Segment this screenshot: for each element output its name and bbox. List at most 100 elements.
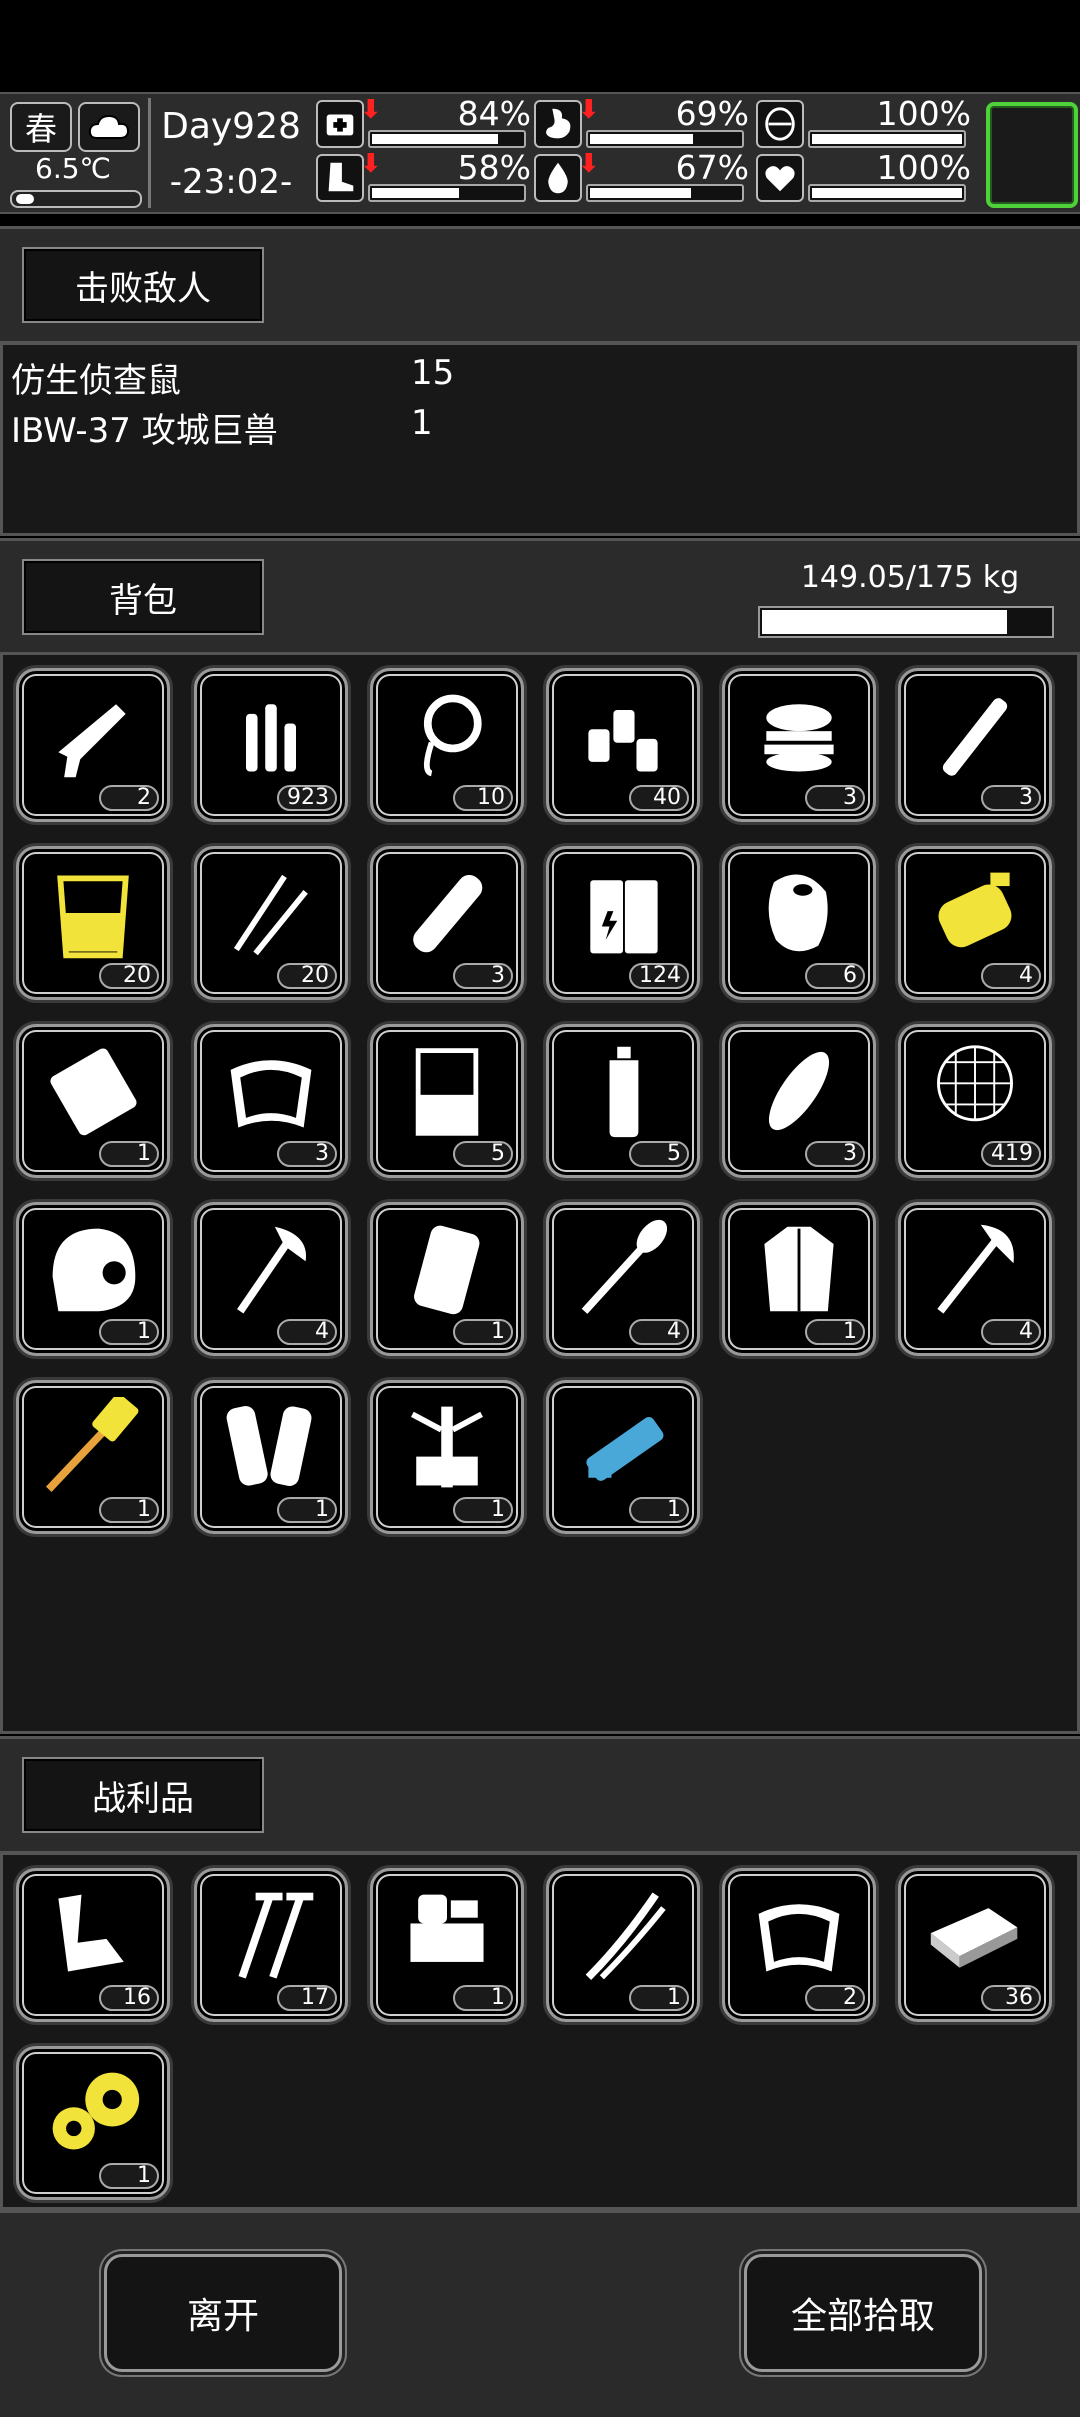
weight-text: 149.05/175 kg bbox=[800, 560, 1020, 595]
stat-bar bbox=[368, 184, 526, 202]
item-count: 10 bbox=[453, 785, 513, 811]
stat-value: 100% bbox=[876, 148, 971, 187]
backpack-item-slot[interactable]: 1 bbox=[16, 1380, 170, 1534]
backpack-item-slot[interactable]: 6 bbox=[722, 846, 876, 1000]
cloud-icon bbox=[78, 102, 140, 152]
item-count: 124 bbox=[629, 963, 689, 989]
backpack-item-slot[interactable]: 2 bbox=[16, 668, 170, 822]
game-clock: -23:02- bbox=[169, 162, 293, 202]
hatchet-icon bbox=[937, 1224, 1014, 1314]
backpack-item-slot[interactable]: 3 bbox=[898, 668, 1052, 822]
backpack-item-slot[interactable]: 10 bbox=[370, 668, 524, 822]
backpack-item-slot[interactable]: 1 bbox=[16, 1024, 170, 1178]
leave-button[interactable]: 离开 bbox=[104, 2254, 342, 2372]
loot-item-slot[interactable]: 1 bbox=[16, 2046, 170, 2200]
enemy-name: 仿生侦查鼠 bbox=[11, 361, 181, 401]
water-bottle-icon bbox=[609, 1046, 639, 1138]
backpack-armor-icon bbox=[414, 1225, 480, 1315]
backpack-item-slot[interactable]: 1 bbox=[370, 1202, 524, 1356]
item-count: 4 bbox=[981, 963, 1041, 989]
enemy-list: 仿生侦查鼠 15 IBW-37 攻城巨兽 1 bbox=[0, 342, 1080, 536]
exoskeleton-icon bbox=[411, 1406, 483, 1488]
item-count: 3 bbox=[805, 785, 865, 811]
bread-icon bbox=[768, 1051, 830, 1131]
loot-header: 战利品 bbox=[0, 1736, 1080, 1854]
item-count: 17 bbox=[277, 1985, 337, 2011]
item-count: 1 bbox=[629, 1985, 689, 2011]
backpack-item-slot[interactable]: 1 bbox=[194, 1380, 348, 1534]
backpack-item-slot[interactable]: 1 bbox=[546, 1380, 700, 1534]
enemy-name: IBW-37 攻城巨兽 bbox=[11, 411, 278, 451]
item-count: 4 bbox=[277, 1319, 337, 1345]
backpack-item-slot[interactable]: 124 bbox=[546, 846, 700, 1000]
backpack-item-slot[interactable]: 20 bbox=[194, 846, 348, 1000]
helmet-icon bbox=[52, 1228, 136, 1312]
loot-item-slot[interactable]: 17 bbox=[194, 1868, 348, 2022]
backpack-item-slot[interactable]: 1 bbox=[370, 1380, 524, 1534]
stat-bar bbox=[368, 130, 526, 148]
weight-bar bbox=[758, 606, 1054, 638]
cloth-icon bbox=[758, 1904, 840, 1972]
enemy-count: 1 bbox=[411, 403, 433, 443]
down-arrow-icon: ⬇ bbox=[578, 95, 600, 125]
backpack-item-slot[interactable]: 3 bbox=[722, 1024, 876, 1178]
defeated-title: 击败敌人 bbox=[22, 247, 264, 323]
item-count: 6 bbox=[805, 963, 865, 989]
item-count: 3 bbox=[277, 1141, 337, 1167]
water-drop-icon bbox=[534, 154, 582, 202]
item-count: 3 bbox=[453, 963, 513, 989]
backpack-item-slot[interactable]: 1 bbox=[722, 1202, 876, 1356]
item-count: 1 bbox=[99, 2163, 159, 2189]
backpack-item-slot[interactable]: 4 bbox=[194, 1202, 348, 1356]
item-count: 1 bbox=[99, 1141, 159, 1167]
backpack-item-slot[interactable]: 20 bbox=[16, 846, 170, 1000]
item-count: 16 bbox=[99, 1985, 159, 2011]
backpack-item-slot[interactable]: 4 bbox=[898, 1202, 1052, 1356]
backpack-item-slot[interactable]: 3 bbox=[722, 668, 876, 822]
item-count: 1 bbox=[805, 1319, 865, 1345]
gears-icon bbox=[52, 2072, 140, 2150]
loot-item-slot[interactable]: 1 bbox=[546, 1868, 700, 2022]
stat-value: 69% bbox=[675, 94, 749, 133]
stomach-icon bbox=[534, 100, 582, 148]
backpack-item-slot[interactable]: 3 bbox=[194, 1024, 348, 1178]
backpack-item-slot[interactable]: 5 bbox=[370, 1024, 524, 1178]
bottles-icon bbox=[588, 710, 658, 772]
golden-hammer-icon bbox=[45, 1397, 139, 1492]
tube-icon bbox=[942, 698, 1008, 776]
loot-item-slot[interactable]: 2 bbox=[722, 1868, 876, 2022]
backpack-grid: 2 923 10 40 3 3 20 20 3 124 6 4 1 3 5 5 3 419 1 4 1 4 1 4 1 1 1 1 bbox=[0, 652, 1080, 1734]
loot-item-slot[interactable]: 16 bbox=[16, 1868, 170, 2022]
stat-value: 100% bbox=[876, 94, 971, 133]
net-icon bbox=[937, 1045, 1013, 1122]
defeated-header: 击败敌人 bbox=[0, 226, 1080, 344]
status-hud: 春 6.5℃ Day928 -23:02- ⬇ 84% ⬇ 69% 100% ⬇ 58% ⬇ 6… bbox=[0, 92, 1080, 214]
raw-meat-icon bbox=[768, 874, 828, 952]
take-all-button[interactable]: 全部拾取 bbox=[744, 2254, 982, 2372]
loot-item-slot[interactable]: 36 bbox=[898, 1868, 1052, 2022]
backpack-item-slot[interactable]: 40 bbox=[546, 668, 700, 822]
item-count: 3 bbox=[805, 1141, 865, 1167]
backpack-header: 背包 bbox=[0, 538, 1080, 656]
backpack-item-slot[interactable]: 4 bbox=[546, 1202, 700, 1356]
stat-thirst: ⬇ 67% bbox=[534, 148, 749, 204]
stat-bar bbox=[586, 184, 744, 202]
backpack-item-slot[interactable]: 923 bbox=[194, 668, 348, 822]
medkit-icon bbox=[316, 100, 364, 148]
item-count: 1 bbox=[629, 1497, 689, 1523]
backpack-item-slot[interactable]: 5 bbox=[546, 1024, 700, 1178]
temperature-text: 6.5℃ bbox=[35, 152, 111, 185]
backpack-item-slot[interactable]: 419 bbox=[898, 1024, 1052, 1178]
loot-item-slot[interactable]: 1 bbox=[370, 1868, 524, 2022]
backpack-item-slot[interactable]: 4 bbox=[898, 846, 1052, 1000]
backpack-item-slot[interactable]: 1 bbox=[16, 1202, 170, 1356]
stat-bar bbox=[808, 130, 966, 148]
status-slot-button[interactable] bbox=[986, 102, 1078, 208]
item-count: 2 bbox=[99, 785, 159, 811]
screws-icon bbox=[238, 1892, 314, 1979]
backpack-title: 背包 bbox=[22, 559, 264, 635]
stat-bar bbox=[586, 130, 744, 148]
backpack-item-slot[interactable]: 3 bbox=[370, 846, 524, 1000]
caulking-gun-icon bbox=[58, 704, 126, 778]
item-count: 20 bbox=[99, 963, 159, 989]
